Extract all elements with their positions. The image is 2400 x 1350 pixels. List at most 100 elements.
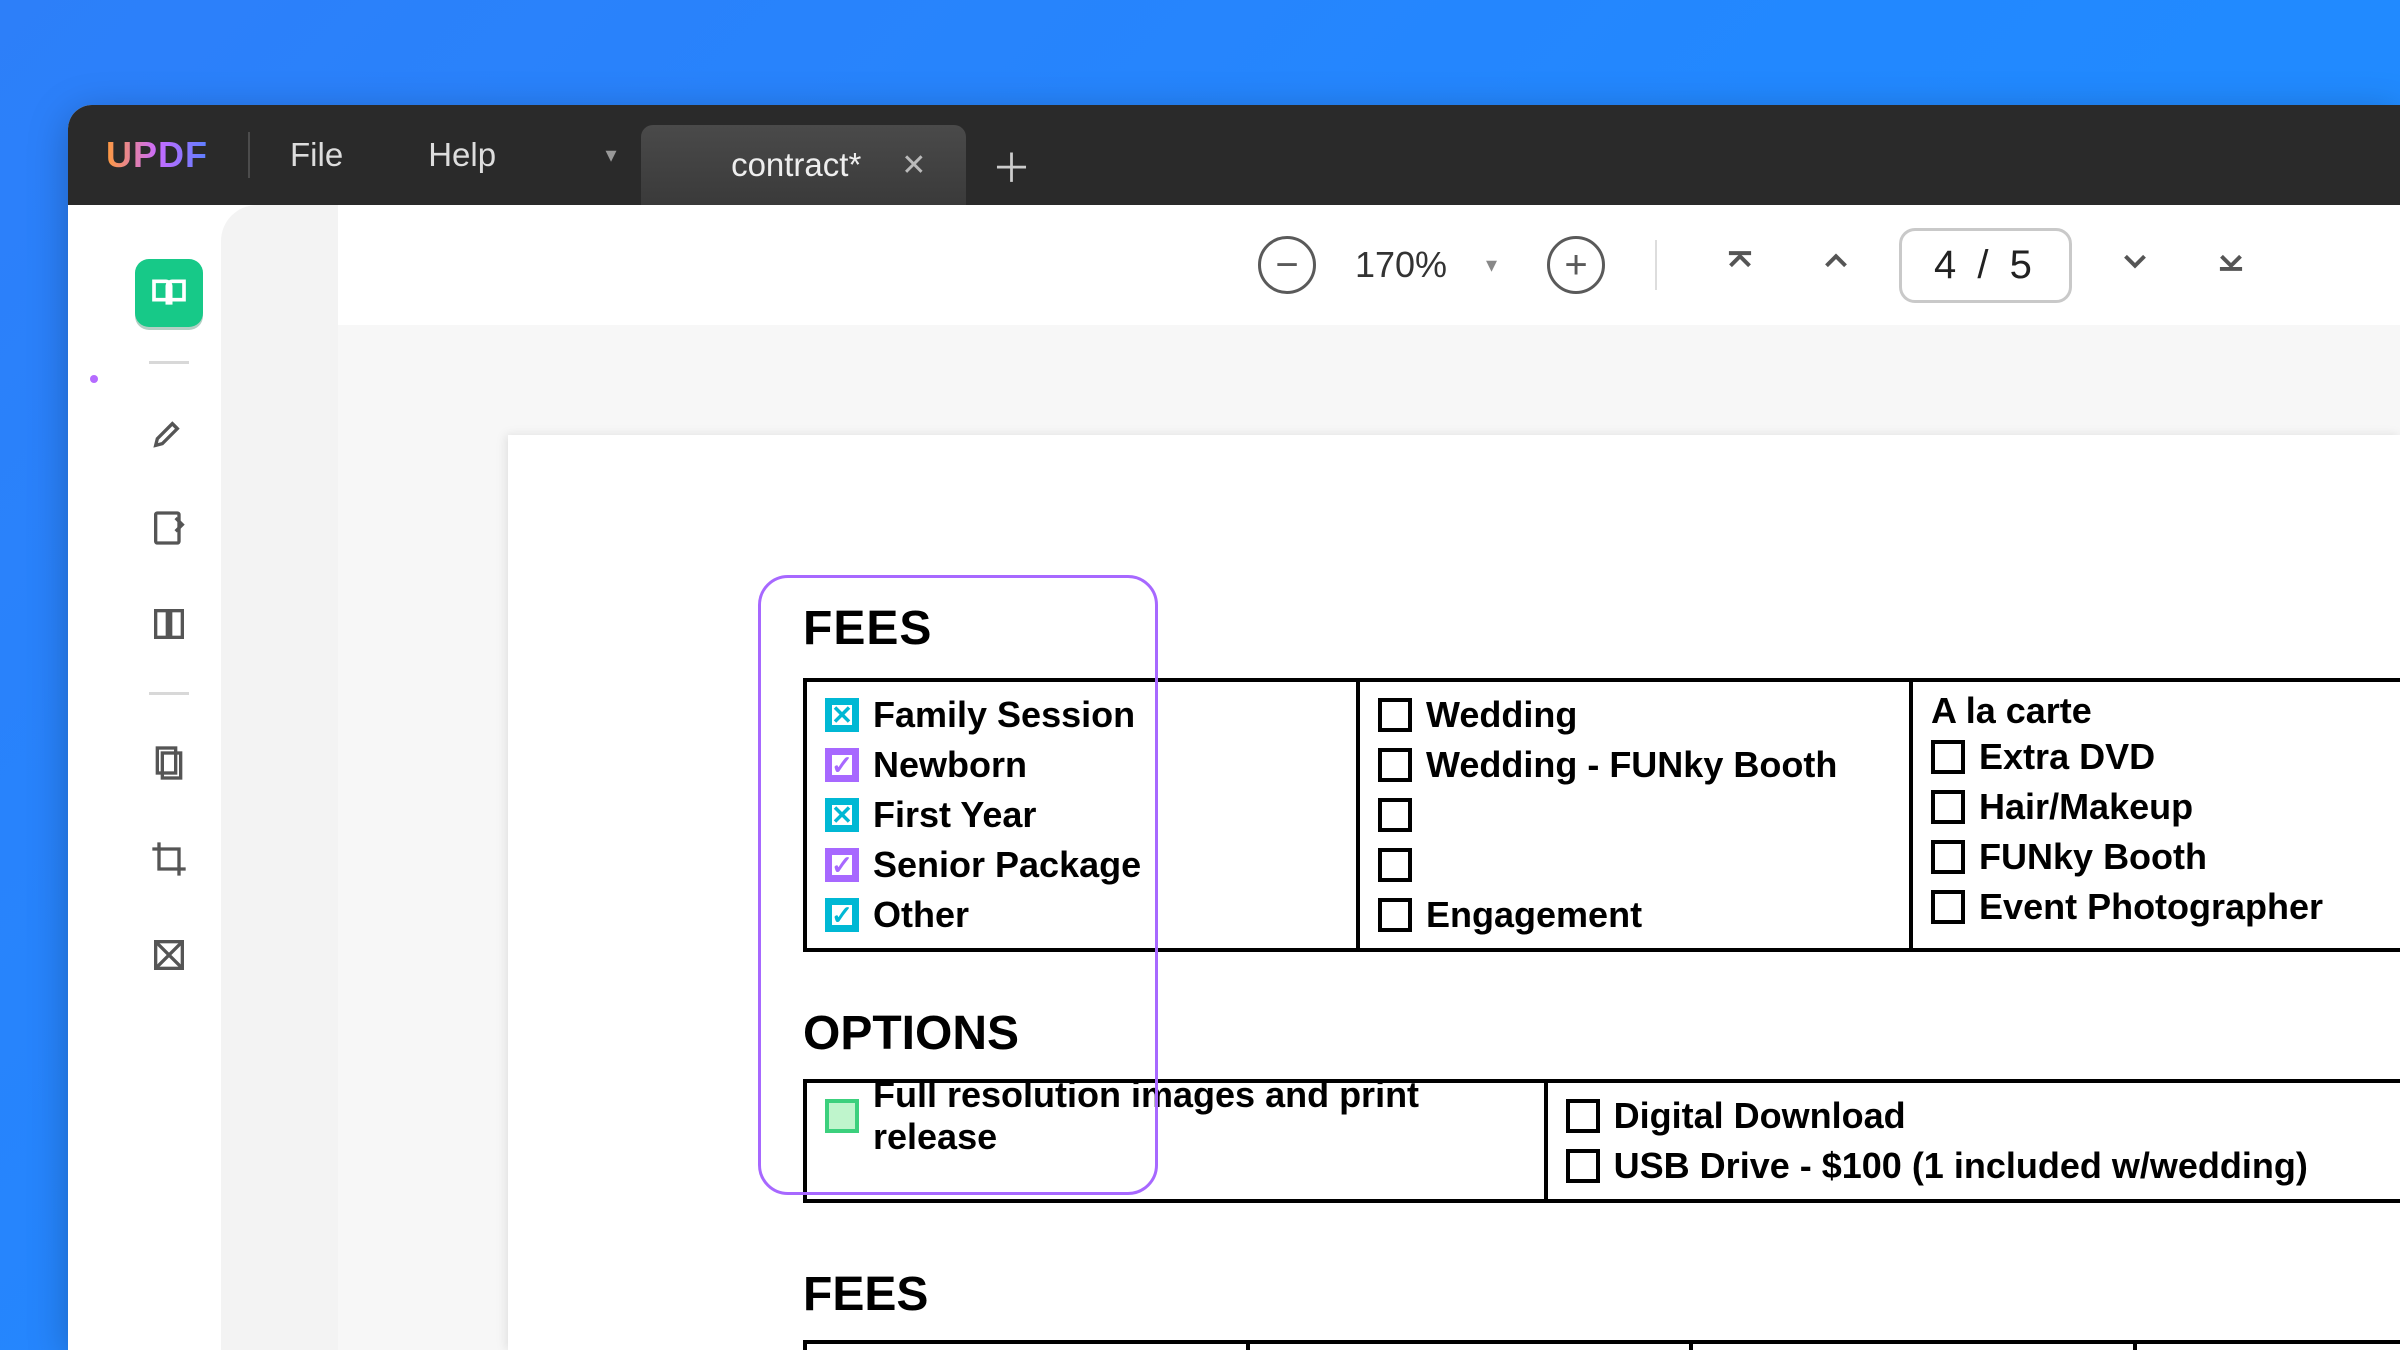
new-tab-button[interactable]: ＋ (966, 125, 1056, 205)
tool-rail (116, 205, 221, 1350)
checkbox-row: Wedding (1378, 690, 1891, 740)
checkbox-row (1378, 840, 1891, 890)
checkbox-label: Hair/Makeup (1979, 786, 2193, 828)
checkbox-label: Full resolution images and print release (873, 1074, 1526, 1158)
alacarte-heading: A la carte (1931, 690, 2400, 732)
tool-edit-text[interactable] (135, 494, 203, 562)
fee-col-other: OTHER $ (2137, 1344, 2400, 1350)
sidebar-rail (68, 205, 116, 1350)
checkbox[interactable] (1566, 1149, 1600, 1183)
checkbox[interactable] (1378, 898, 1412, 932)
pdf-page[interactable]: FEES Family Session Newborn First Year S… (508, 435, 2400, 1350)
checkbox[interactable] (1378, 748, 1412, 782)
first-page-icon[interactable] (1707, 242, 1773, 289)
checkbox-row: Digital Download (1566, 1091, 2400, 1141)
tool-crop[interactable] (135, 825, 203, 893)
fees-col-3: A la carte Extra DVD Hair/Makeup FUNky B… (1913, 682, 2400, 948)
last-page-icon[interactable] (2198, 242, 2264, 289)
checkbox[interactable] (1931, 740, 1965, 774)
checkbox-label: Wedding (1426, 694, 1577, 736)
checkbox-row: USB Drive - $100 (1 included w/wedding) (1566, 1141, 2400, 1191)
fees-grid: Family Session Newborn First Year Senior… (803, 678, 2400, 952)
checkbox-row: Other (825, 890, 1338, 940)
checkbox-label: USB Drive - $100 (1 included w/wedding) (1614, 1145, 2308, 1187)
panel-strip (221, 205, 338, 1350)
zoom-out-button[interactable]: − (1258, 236, 1316, 294)
app-window: UPDF File Help ▾ contract* ✕ ＋ (68, 105, 2400, 1350)
checkbox-label: Senior Package (873, 844, 1141, 886)
checkbox-row: Hair/Makeup (1931, 782, 2400, 832)
tool-redact[interactable] (135, 921, 203, 989)
checkbox-label: Event Photographer (1979, 886, 2323, 928)
tool-highlighter[interactable] (135, 398, 203, 466)
tab-dropdown-icon[interactable]: ▾ (581, 105, 641, 205)
checkbox[interactable] (825, 798, 859, 832)
checkbox[interactable] (825, 848, 859, 882)
tool-separator (149, 692, 189, 695)
checkbox[interactable] (825, 1099, 859, 1133)
checkbox-label: Wedding - FUNky Booth (1426, 744, 1837, 786)
tab-title: contract* (731, 146, 861, 184)
fee-col-travel: TRAVEL $ (1250, 1344, 1693, 1350)
checkbox-row: Full resolution images and print release (825, 1091, 1526, 1141)
checkbox-row: Senior Package (825, 840, 1338, 890)
checkbox[interactable] (825, 698, 859, 732)
title-bar: UPDF File Help ▾ contract* ✕ ＋ (68, 105, 2400, 205)
checkbox-label: Engagement (1426, 894, 1642, 936)
checkbox[interactable] (1378, 698, 1412, 732)
checkbox-label: Digital Download (1614, 1095, 1906, 1137)
checkbox[interactable] (1378, 798, 1412, 832)
checkbox-row: Engagement (1378, 890, 1891, 940)
document-viewport[interactable]: FEES Family Session Newborn First Year S… (338, 325, 2400, 1350)
checkbox-row (1378, 790, 1891, 840)
zoom-dropdown-icon[interactable]: ▾ (1486, 252, 1497, 278)
titlebar-separator (248, 132, 250, 178)
toolbar-separator (1655, 240, 1657, 290)
checkbox-label: Other (873, 894, 969, 936)
fees-amount-grid: SESSION FEE $ TRAVEL $ RETAINER $ OTHER … (803, 1340, 2400, 1350)
page-content: FEES Family Session Newborn First Year S… (803, 601, 2400, 1350)
next-page-icon[interactable] (2102, 242, 2168, 289)
heading-fees-2: FEES (803, 1267, 2400, 1322)
checkbox-row: FUNky Booth (1931, 832, 2400, 882)
close-icon[interactable]: ✕ (901, 148, 926, 183)
zoom-in-button[interactable]: + (1547, 236, 1605, 294)
tab-area: ▾ contract* ✕ ＋ (581, 105, 1056, 205)
prev-page-icon[interactable] (1803, 242, 1869, 289)
tool-reader[interactable] (135, 259, 203, 327)
checkbox-label: FUNky Booth (1979, 836, 2207, 878)
checkbox[interactable] (1566, 1099, 1600, 1133)
menu-file[interactable]: File (290, 136, 343, 174)
fees-col-2: Wedding Wedding - FUNky Booth Engagement (1360, 682, 1913, 948)
checkbox[interactable] (1931, 890, 1965, 924)
indicator-dot (90, 375, 98, 383)
checkbox-row: Extra DVD (1931, 732, 2400, 782)
tool-separator (149, 361, 189, 364)
options-col-1: Full resolution images and print release (807, 1083, 1548, 1199)
checkbox[interactable] (1931, 840, 1965, 874)
fees-col-1: Family Session Newborn First Year Senior… (807, 682, 1360, 948)
fee-col-session: SESSION FEE $ (807, 1344, 1250, 1350)
checkbox[interactable] (1378, 848, 1412, 882)
options-col-2: Digital Download USB Drive - $100 (1 inc… (1548, 1083, 2400, 1199)
checkbox[interactable] (825, 748, 859, 782)
zoom-value[interactable]: 170% (1346, 244, 1456, 286)
menu-help[interactable]: Help (428, 136, 496, 174)
tab-contract[interactable]: contract* ✕ (641, 125, 966, 205)
heading-options: OPTIONS (803, 1006, 2400, 1061)
checkbox-label: Extra DVD (1979, 736, 2155, 778)
heading-fees: FEES (803, 601, 2400, 656)
options-grid: Full resolution images and print release… (803, 1079, 2400, 1203)
left-sidebar (68, 205, 338, 1350)
tool-organize[interactable] (135, 729, 203, 797)
checkbox[interactable] (825, 898, 859, 932)
page-indicator[interactable]: 4 / 5 (1899, 228, 2072, 303)
view-toolbar: − 170% ▾ + 4 / 5 (338, 205, 2400, 325)
checkbox[interactable] (1931, 790, 1965, 824)
tool-page-layout[interactable] (135, 590, 203, 658)
checkbox-row: First Year (825, 790, 1338, 840)
checkbox-row: Newborn (825, 740, 1338, 790)
checkbox-label: First Year (873, 794, 1036, 836)
checkbox-row: Family Session (825, 690, 1338, 740)
app-logo: UPDF (106, 134, 208, 176)
